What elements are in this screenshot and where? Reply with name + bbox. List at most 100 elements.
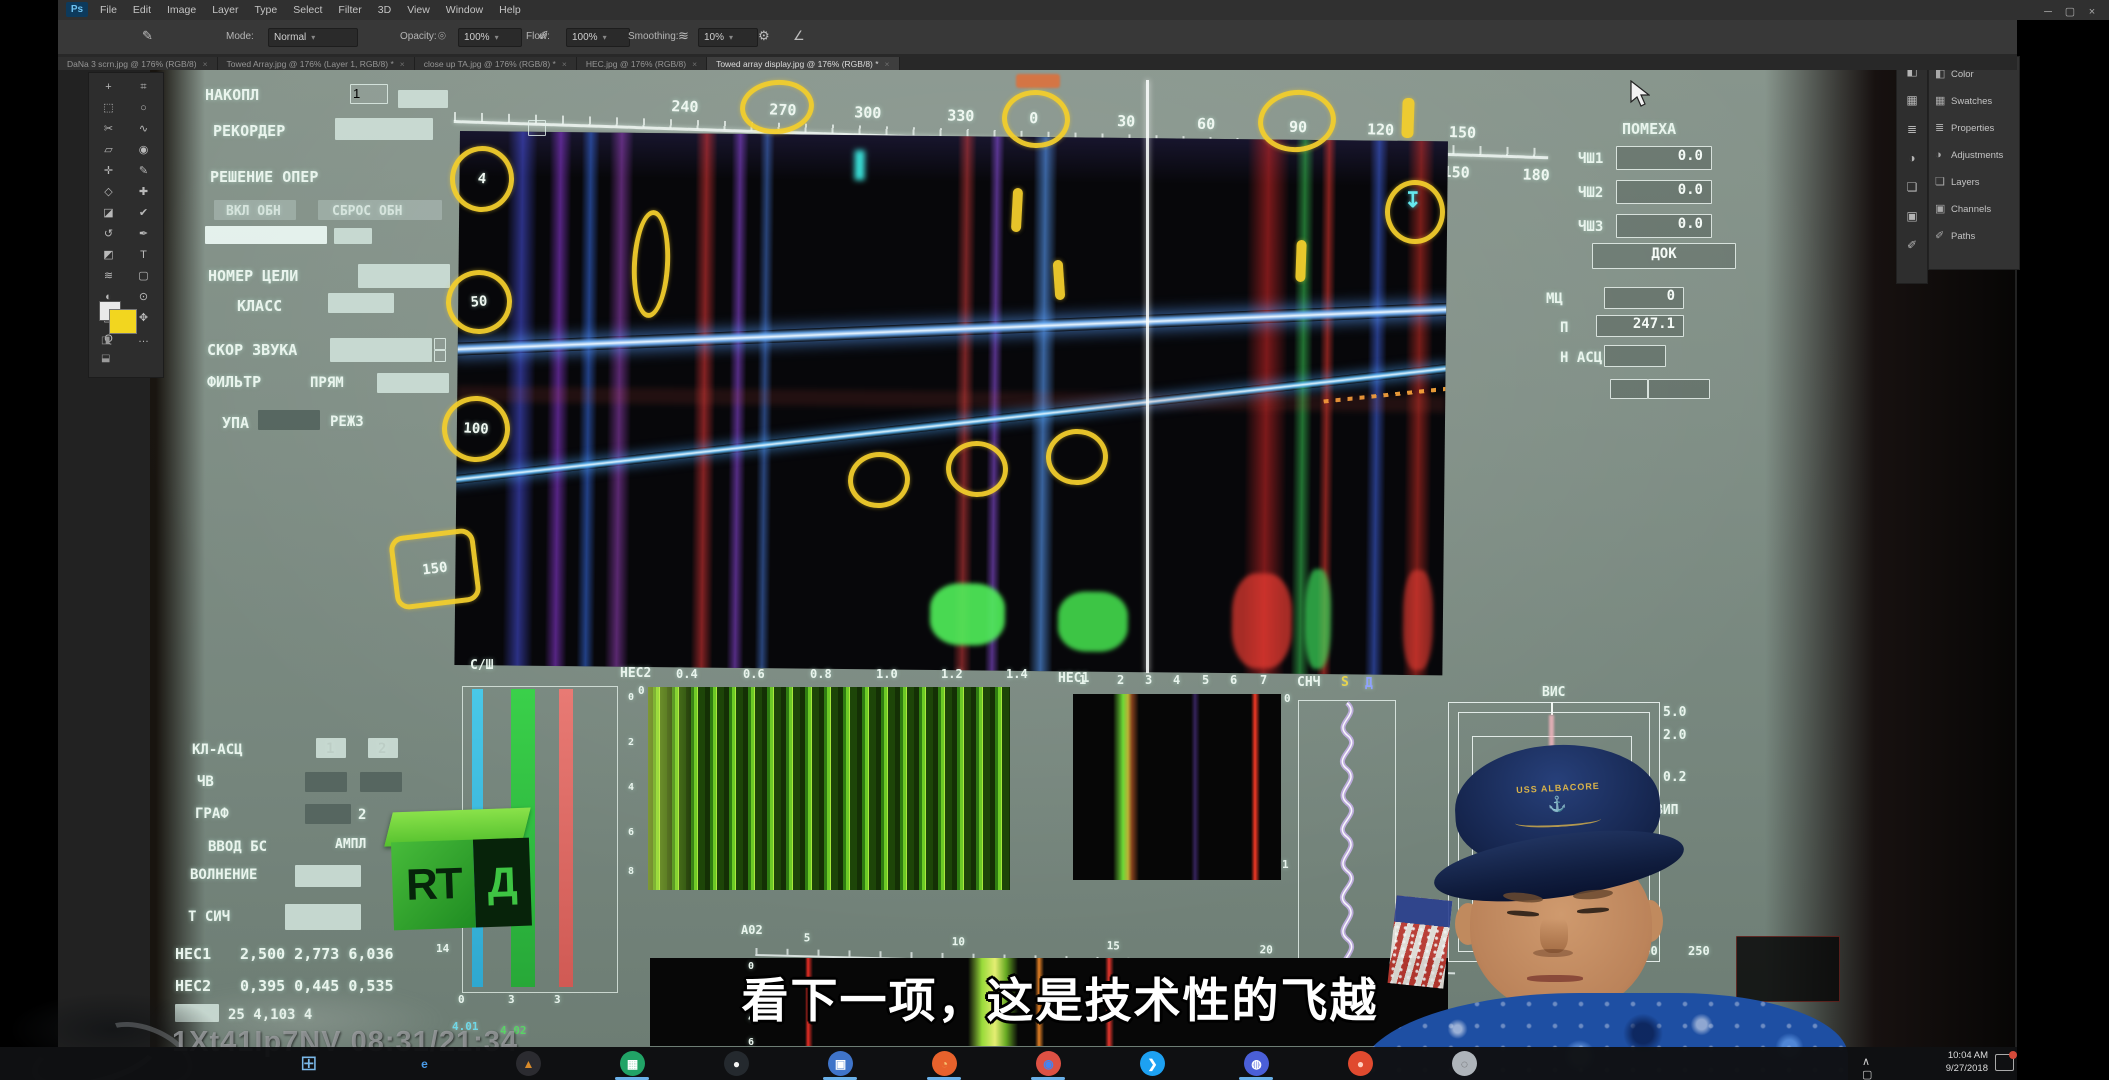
menu-type[interactable]: Type [246,1,285,16]
dock-icon-layers[interactable]: ❏ [1897,173,1927,202]
panel-tab-layers[interactable]: ❏Layers [1929,169,2019,196]
option-value-mode[interactable]: Normal▾ [268,28,358,47]
tool-icon[interactable]: ◩ [91,245,126,266]
menu-file[interactable]: File [92,1,125,16]
action-center-icon[interactable] [1995,1054,2014,1071]
minimize-button[interactable]: ─ [2037,6,2059,18]
dock-icon-channels[interactable]: ▣ [1897,202,1927,231]
display-box [368,738,398,758]
system-tray-icons[interactable]: ∧ ▢ ◁ [1862,1055,1887,1080]
tool-icon[interactable]: ▱ [91,140,126,161]
display-text: 2 [358,807,366,823]
dock-icon-strip: ◧▦≣◑❏▣✐ [1896,56,1928,284]
close-button[interactable]: × [2081,6,2103,18]
dock-icon-properties[interactable]: ≣ [1897,115,1927,144]
quick-mask-icon[interactable]: ◨ [101,335,110,346]
tool-icon[interactable]: ≋ [91,266,126,287]
taskbar-app-icon-6[interactable]: ◔ [932,1051,957,1076]
dock-icon-swatches[interactable]: ▦ [1897,86,1927,115]
dock-icon-adjustments[interactable]: ◑ [1897,144,1927,173]
menu-3d[interactable]: 3D [370,1,399,16]
menu-layer[interactable]: Layer [204,1,246,16]
menu-image[interactable]: Image [159,1,204,16]
tab-close-icon[interactable]: × [692,59,697,69]
taskbar-app-icon-4[interactable]: ● [724,1051,749,1076]
tool-icon[interactable]: ↺ [91,224,126,245]
menu-view[interactable]: View [399,1,438,16]
tool-icon[interactable]: ✎ [126,161,161,182]
tool-icon[interactable]: ⌗ [126,77,161,98]
menu-select[interactable]: Select [285,1,330,16]
panel-tab-channels[interactable]: ▣Channels [1929,196,2019,223]
tab-close-icon[interactable]: × [885,59,890,69]
start-button[interactable]: ⊞ [300,1051,318,1076]
options-icon[interactable]: ∠ [793,28,805,44]
document-tab[interactable]: close up TA.jpg @ 176% (RGB/8) *× [415,57,577,70]
tool-icon[interactable]: ◇ [91,182,126,203]
red-signal-stripe [1402,570,1433,670]
document-tab[interactable]: Towed array display.jpg @ 176% (RGB/8) *… [707,57,899,70]
photoshop-logo-icon[interactable]: Ps [66,2,88,17]
taskbar-app-icon-9[interactable]: ◍ [1244,1051,1269,1076]
foreground-color-swatch[interactable] [109,309,137,334]
screen-mode-icon[interactable]: ⬓ [101,353,110,364]
display-box: 0 [1604,287,1684,309]
panel-tab-swatches[interactable]: ▦Swatches [1929,88,2019,115]
options-icon[interactable]: ≋ [678,28,689,44]
panel-tab-paths[interactable]: ✐Paths [1929,223,2019,250]
taskbar-app-icon-10[interactable]: ● [1348,1051,1373,1076]
options-icon[interactable]: ⚙ [758,28,770,44]
document-tab[interactable]: Towed Array.jpg @ 176% (Layer 1, RGB/8) … [218,57,415,70]
display-text: 1.4 [1006,667,1028,681]
tab-close-icon[interactable]: × [203,59,208,69]
panel-tab-properties[interactable]: ≣Properties [1929,115,2019,142]
dock-icon-paths[interactable]: ✐ [1897,231,1927,260]
tool-options-bar: ✎⌾✐≋⚙∠Mode:Normal▾Opacity:100%▾Flow:100%… [58,20,2017,55]
tool-icon[interactable]: ∿ [126,119,161,140]
tool-icon[interactable]: ✂ [91,119,126,140]
tool-icon[interactable]: ✚ [126,182,161,203]
tool-icon[interactable]: ▢ [126,266,161,287]
option-label: Smoothing: [628,31,679,42]
option-value-flow[interactable]: 100%▾ [566,28,630,47]
menu-edit[interactable]: Edit [125,1,159,16]
menu-window[interactable]: Window [438,1,491,16]
taskbar-app-icon-7[interactable]: ◉ [1036,1051,1061,1076]
taskbar-app-icon-11[interactable]: ◌ [1452,1051,1477,1076]
tool-icon[interactable]: T [126,245,161,266]
tool-icon[interactable]: ⊙ [126,287,161,308]
taskbar-app-icon-1[interactable]: e [412,1051,437,1076]
tool-icon[interactable]: ✛ [91,161,126,182]
maximize-button[interactable]: ▢ [2059,5,2081,18]
tool-icon[interactable]: ✔ [126,203,161,224]
options-icon[interactable]: ✎ [142,28,153,44]
taskbar-app-icon-5[interactable]: ▣ [828,1051,853,1076]
tool-icon[interactable]: ◉ [126,140,161,161]
document-tabs-bar: DaNa 3 scrn.jpg @ 176% (RGB/8)×Towed Arr… [58,54,2017,70]
panel-tab-adjustments[interactable]: ◑Adjustments [1929,142,2019,169]
display-box [318,200,442,220]
panel-label: Channels [1951,204,1991,215]
display-text: 0 [458,993,465,1006]
document-tab[interactable]: DaNa 3 scrn.jpg @ 176% (RGB/8)× [58,57,218,70]
tool-icon[interactable]: ○ [126,98,161,119]
taskbar-clock[interactable]: 10:04 AM 9/27/2018 [1922,1050,1988,1076]
option-value-opacity[interactable]: 100%▾ [458,28,522,47]
tool-icon[interactable]: ◪ [91,203,126,224]
display-text: 0.6 [743,667,765,681]
document-tab[interactable]: HEC.jpg @ 176% (RGB/8)× [577,57,707,70]
option-value-smoothing[interactable]: 10%▾ [698,28,758,47]
tab-close-icon[interactable]: × [400,59,405,69]
taskbar-app-icon-8[interactable]: ❯ [1140,1051,1165,1076]
tool-icon[interactable]: ✒ [126,224,161,245]
menu-filter[interactable]: Filter [330,1,369,16]
options-icon[interactable]: ⌾ [438,28,446,44]
menu-help[interactable]: Help [491,1,529,16]
tool-icon[interactable]: ⬚ [91,98,126,119]
clock-time: 10:04 AM [1922,1050,1988,1063]
display-text: 4 [628,782,634,793]
taskbar-app-icon-3[interactable]: ▦ [620,1051,645,1076]
tool-icon[interactable]: + [91,77,126,98]
tab-close-icon[interactable]: × [562,59,567,69]
taskbar-app-icon-2[interactable]: ▲ [516,1051,541,1076]
